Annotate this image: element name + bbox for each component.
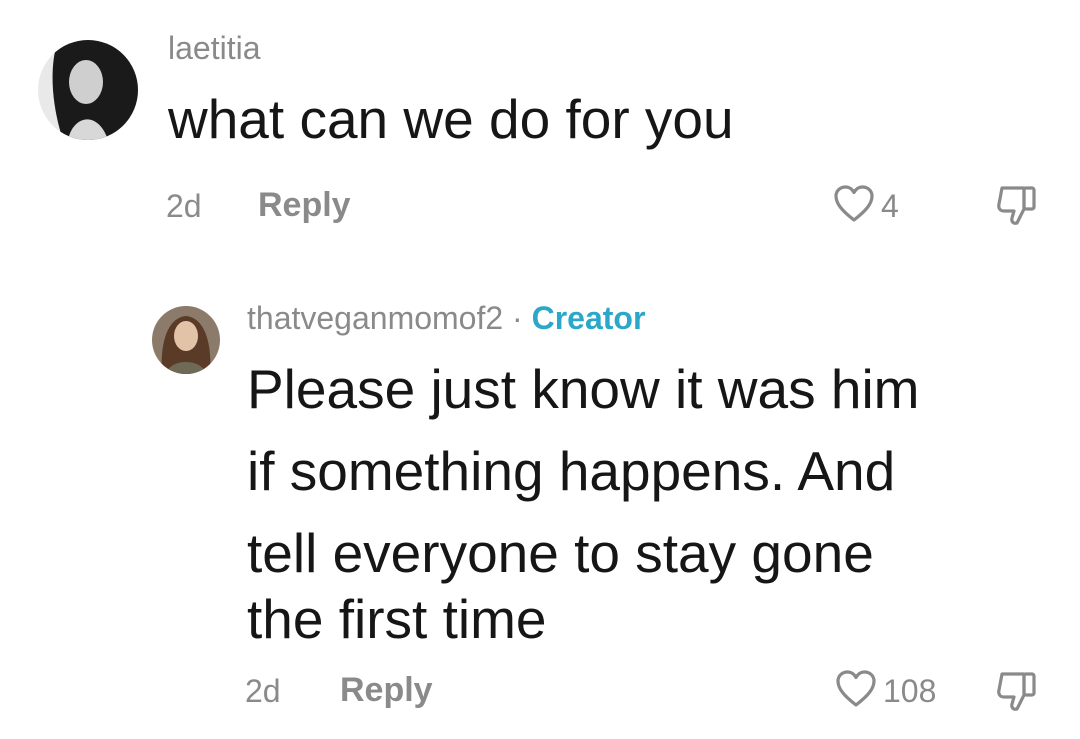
dislike-button[interactable] [994, 669, 1040, 720]
reply-button[interactable]: Reply [340, 671, 433, 710]
like-count: 108 [883, 673, 937, 709]
creator-badge: Creator [531, 300, 646, 336]
comment-text: what can we do for you [168, 88, 734, 150]
avatar[interactable] [152, 306, 220, 374]
like-count: 4 [881, 188, 899, 224]
comment-text-line: Please just know it was him [247, 358, 920, 420]
dislike-button[interactable] [994, 183, 1040, 234]
comment-text-line: if something happens. And [247, 440, 896, 502]
like-button[interactable]: 108 [835, 669, 936, 714]
comment-age: 2d [245, 673, 281, 709]
separator-dot: · [512, 300, 523, 336]
heart-outline-icon [835, 669, 877, 714]
comment-text: Please just know it was him if something… [247, 348, 920, 660]
like-button[interactable]: 4 [833, 184, 899, 229]
reply-username[interactable]: thatveganmomof2 [247, 300, 503, 336]
comment-username: thatveganmomof2 · Creator [247, 300, 645, 337]
comment-age: 2d [166, 188, 202, 224]
reply-button[interactable]: Reply [258, 186, 351, 225]
thumbs-down-icon [994, 186, 1040, 233]
comment-username[interactable]: laetitia [168, 30, 261, 67]
avatar[interactable] [38, 40, 138, 140]
heart-outline-icon [833, 184, 875, 229]
thumbs-down-icon [994, 672, 1040, 719]
